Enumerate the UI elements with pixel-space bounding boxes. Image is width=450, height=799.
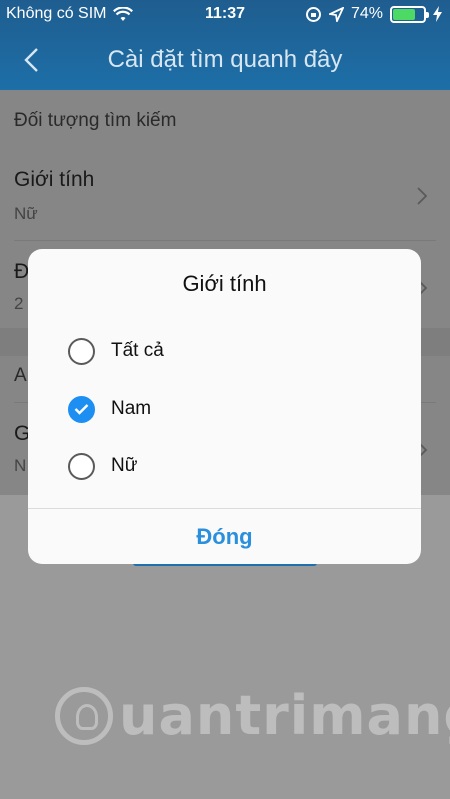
status-right: 74% <box>305 5 442 23</box>
battery-percent: 74% <box>350 5 383 22</box>
charging-icon <box>433 6 442 22</box>
radio-unchecked-icon[interactable] <box>68 337 95 365</box>
status-bar: Không có SIM 11:37 74% <box>0 0 450 30</box>
option-label: Nam <box>111 398 152 419</box>
battery-fill <box>393 8 415 20</box>
nav-bar: Cài đặt tìm quanh đây <box>0 30 450 90</box>
location-icon <box>328 6 344 22</box>
close-button[interactable]: Đóng <box>28 509 421 564</box>
radio-unchecked-icon[interactable] <box>68 452 95 480</box>
option-female[interactable]: Nữ <box>68 450 137 482</box>
radio-checked-icon[interactable] <box>68 395 95 423</box>
partial-section-label: A <box>14 365 27 386</box>
option-label: Nữ <box>111 455 138 476</box>
option-male[interactable]: Nam <box>68 393 151 425</box>
dialog-title: Giới tính <box>182 271 267 296</box>
section-label-search-target: Đối tượng tìm kiếm <box>14 110 177 131</box>
checkmark-icon <box>74 404 89 415</box>
battery-icon <box>390 5 429 23</box>
app-header: Không có SIM 11:37 74% Cài đặt tìm quanh… <box>0 0 450 90</box>
chevron-right-icon <box>417 187 428 205</box>
option-all[interactable]: Tất cả <box>68 335 164 367</box>
gender-row-value: Nữ <box>14 204 38 223</box>
row-divider <box>14 240 436 241</box>
watermark-text: uantrimang <box>119 684 450 747</box>
watermark-logo-icon <box>55 686 113 745</box>
rotation-lock-icon <box>305 6 321 22</box>
partial-row-1-value: 2 <box>14 294 24 313</box>
partial-row-2-value: N <box>14 456 27 475</box>
watermark: uantrimang <box>55 684 450 747</box>
page-title: Cài đặt tìm quanh đây <box>107 46 343 73</box>
partial-row-1-title: Đ <box>14 260 30 283</box>
option-label: Tất cả <box>111 340 164 361</box>
gender-dialog: Giới tính Tất cả Nam Nữ Đóng <box>28 249 421 564</box>
gender-row-title: Giới tính <box>14 168 95 191</box>
